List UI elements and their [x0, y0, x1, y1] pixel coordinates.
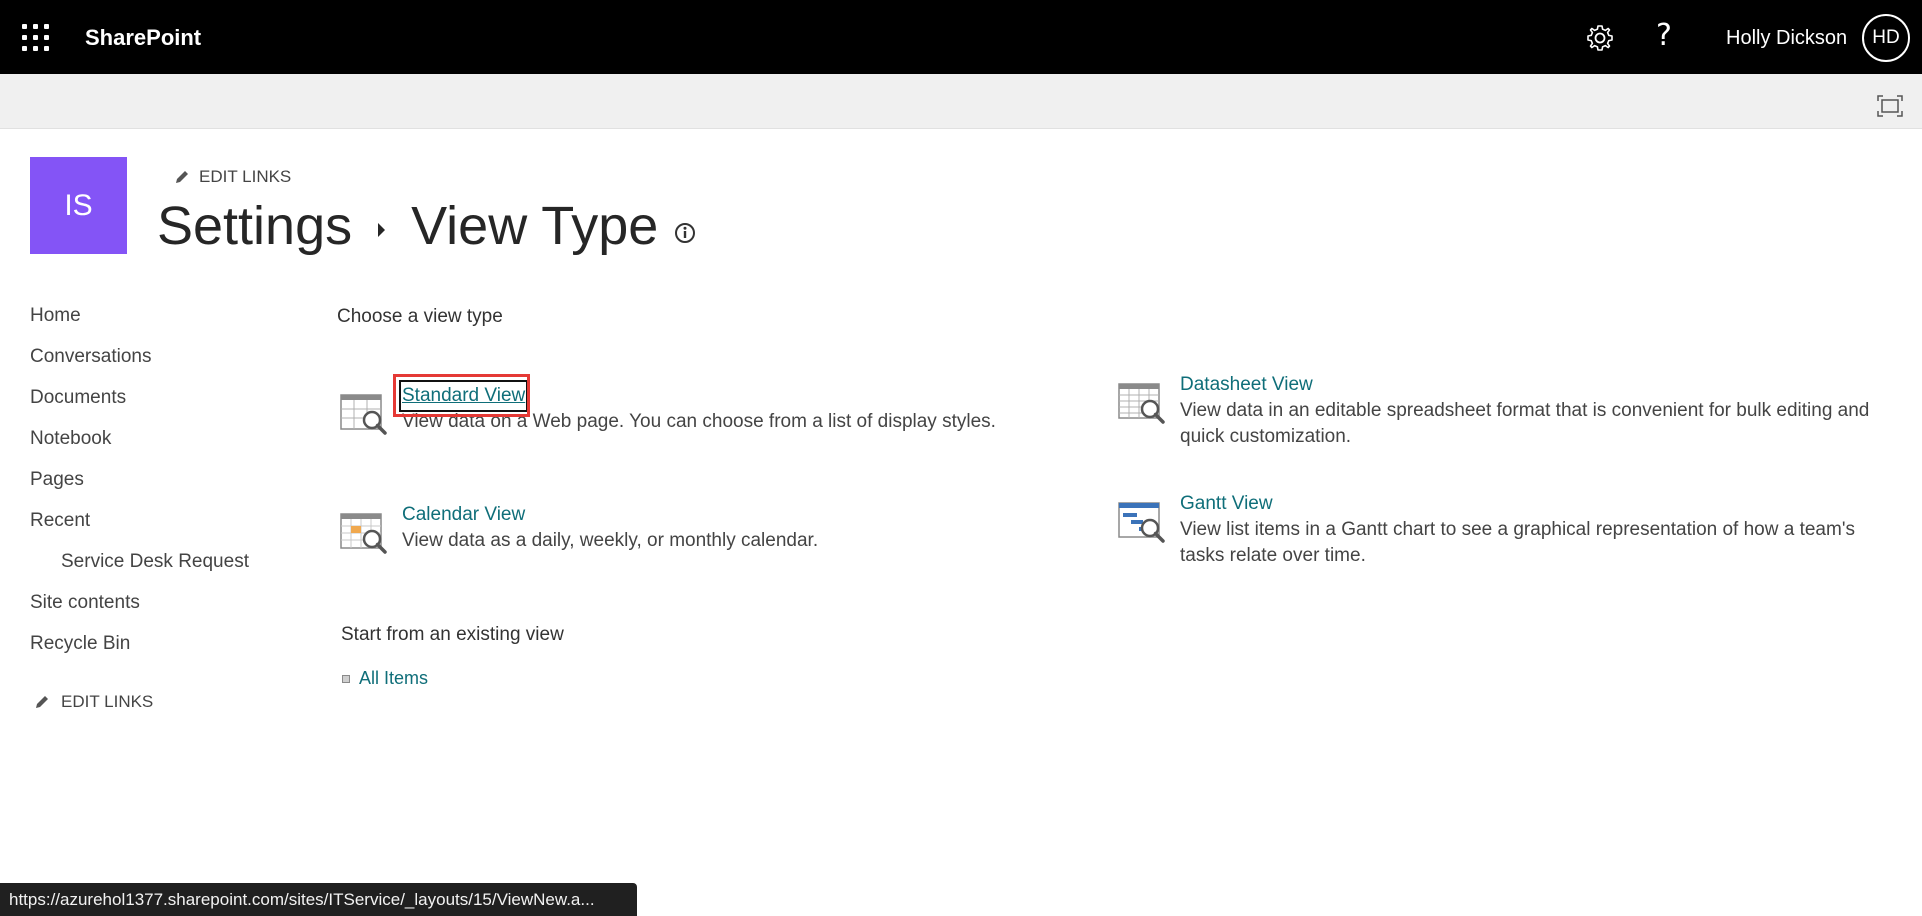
- nav-item-recycle-bin[interactable]: Recycle Bin: [30, 628, 280, 669]
- gantt-view-icon: [1118, 502, 1165, 543]
- datasheet-view-link[interactable]: Datasheet View: [1180, 372, 1887, 398]
- pencil-icon: [36, 696, 48, 708]
- help-icon[interactable]: ?: [1656, 18, 1672, 53]
- breadcrumb-settings-link[interactable]: Settings: [157, 195, 352, 257]
- breadcrumb-separator-icon: [378, 223, 386, 237]
- edit-links-top-button[interactable]: EDIT LINKS: [173, 167, 291, 187]
- status-bar-url: https://azurehol1377.sharepoint.com/site…: [0, 883, 637, 916]
- nav-item-home[interactable]: Home: [30, 300, 280, 341]
- app-launcher-icon[interactable]: [22, 24, 50, 52]
- suite-bar: SharePoint ? Holly Dickson HD: [0, 0, 1922, 74]
- view-option-calendar: Calendar View View data as a daily, week…: [339, 502, 1059, 554]
- view-option-datasheet: Datasheet View View data in an editable …: [1117, 372, 1887, 450]
- breadcrumb-current-page: View Type: [411, 196, 659, 256]
- datasheet-view-description: View data in an editable spreadsheet for…: [1180, 400, 1870, 447]
- site-logo[interactable]: IS: [30, 157, 127, 254]
- nav-item-documents[interactable]: Documents: [30, 382, 280, 423]
- nav-item-notebook[interactable]: Notebook: [30, 423, 280, 464]
- existing-view-item: All Items: [342, 668, 428, 689]
- settings-gear-icon[interactable]: [1584, 22, 1616, 54]
- nav-item-conversations[interactable]: Conversations: [30, 341, 280, 382]
- datasheet-view-icon: [1118, 383, 1165, 424]
- user-avatar[interactable]: HD: [1862, 14, 1910, 62]
- calendar-view-description: View data as a daily, weekly, or monthly…: [402, 530, 819, 551]
- user-name[interactable]: Holly Dickson: [1726, 27, 1847, 50]
- sharepoint-brand-link[interactable]: SharePoint: [85, 25, 201, 51]
- calendar-view-link[interactable]: Calendar View: [402, 502, 818, 528]
- standard-view-icon: [340, 394, 387, 435]
- standard-view-description: View data on a Web page. You can choose …: [402, 411, 996, 432]
- left-navigation: Home Conversations Documents Notebook Pa…: [30, 300, 280, 669]
- gantt-view-description: View list items in a Gantt chart to see …: [1180, 519, 1855, 566]
- view-option-standard: Standard View View data on a Web page. Y…: [339, 380, 1059, 435]
- edit-links-top-label: EDIT LINKS: [199, 167, 292, 186]
- page-title: Settings View Type: [157, 195, 696, 257]
- focus-mode-icon[interactable]: [1877, 95, 1903, 117]
- calendar-view-icon: [340, 513, 387, 554]
- existing-view-heading: Start from an existing view: [341, 624, 564, 645]
- standard-view-link[interactable]: Standard View: [398, 380, 529, 412]
- nav-item-recent[interactable]: Recent: [30, 505, 280, 546]
- info-icon[interactable]: [674, 222, 696, 244]
- nav-item-site-contents[interactable]: Site contents: [30, 587, 280, 628]
- all-items-link[interactable]: All Items: [359, 668, 428, 689]
- pencil-icon: [176, 171, 188, 183]
- bullet-icon: [342, 674, 350, 683]
- ribbon-bar: [0, 74, 1922, 129]
- edit-links-nav-button[interactable]: EDIT LINKS: [33, 692, 153, 712]
- edit-links-nav-label: EDIT LINKS: [61, 692, 154, 711]
- view-option-gantt: Gantt View View list items in a Gantt ch…: [1117, 491, 1887, 569]
- nav-item-pages[interactable]: Pages: [30, 464, 280, 505]
- choose-view-heading: Choose a view type: [337, 306, 503, 327]
- gantt-view-link[interactable]: Gantt View: [1180, 491, 1887, 517]
- nav-item-service-desk-request[interactable]: Service Desk Request: [30, 546, 280, 587]
